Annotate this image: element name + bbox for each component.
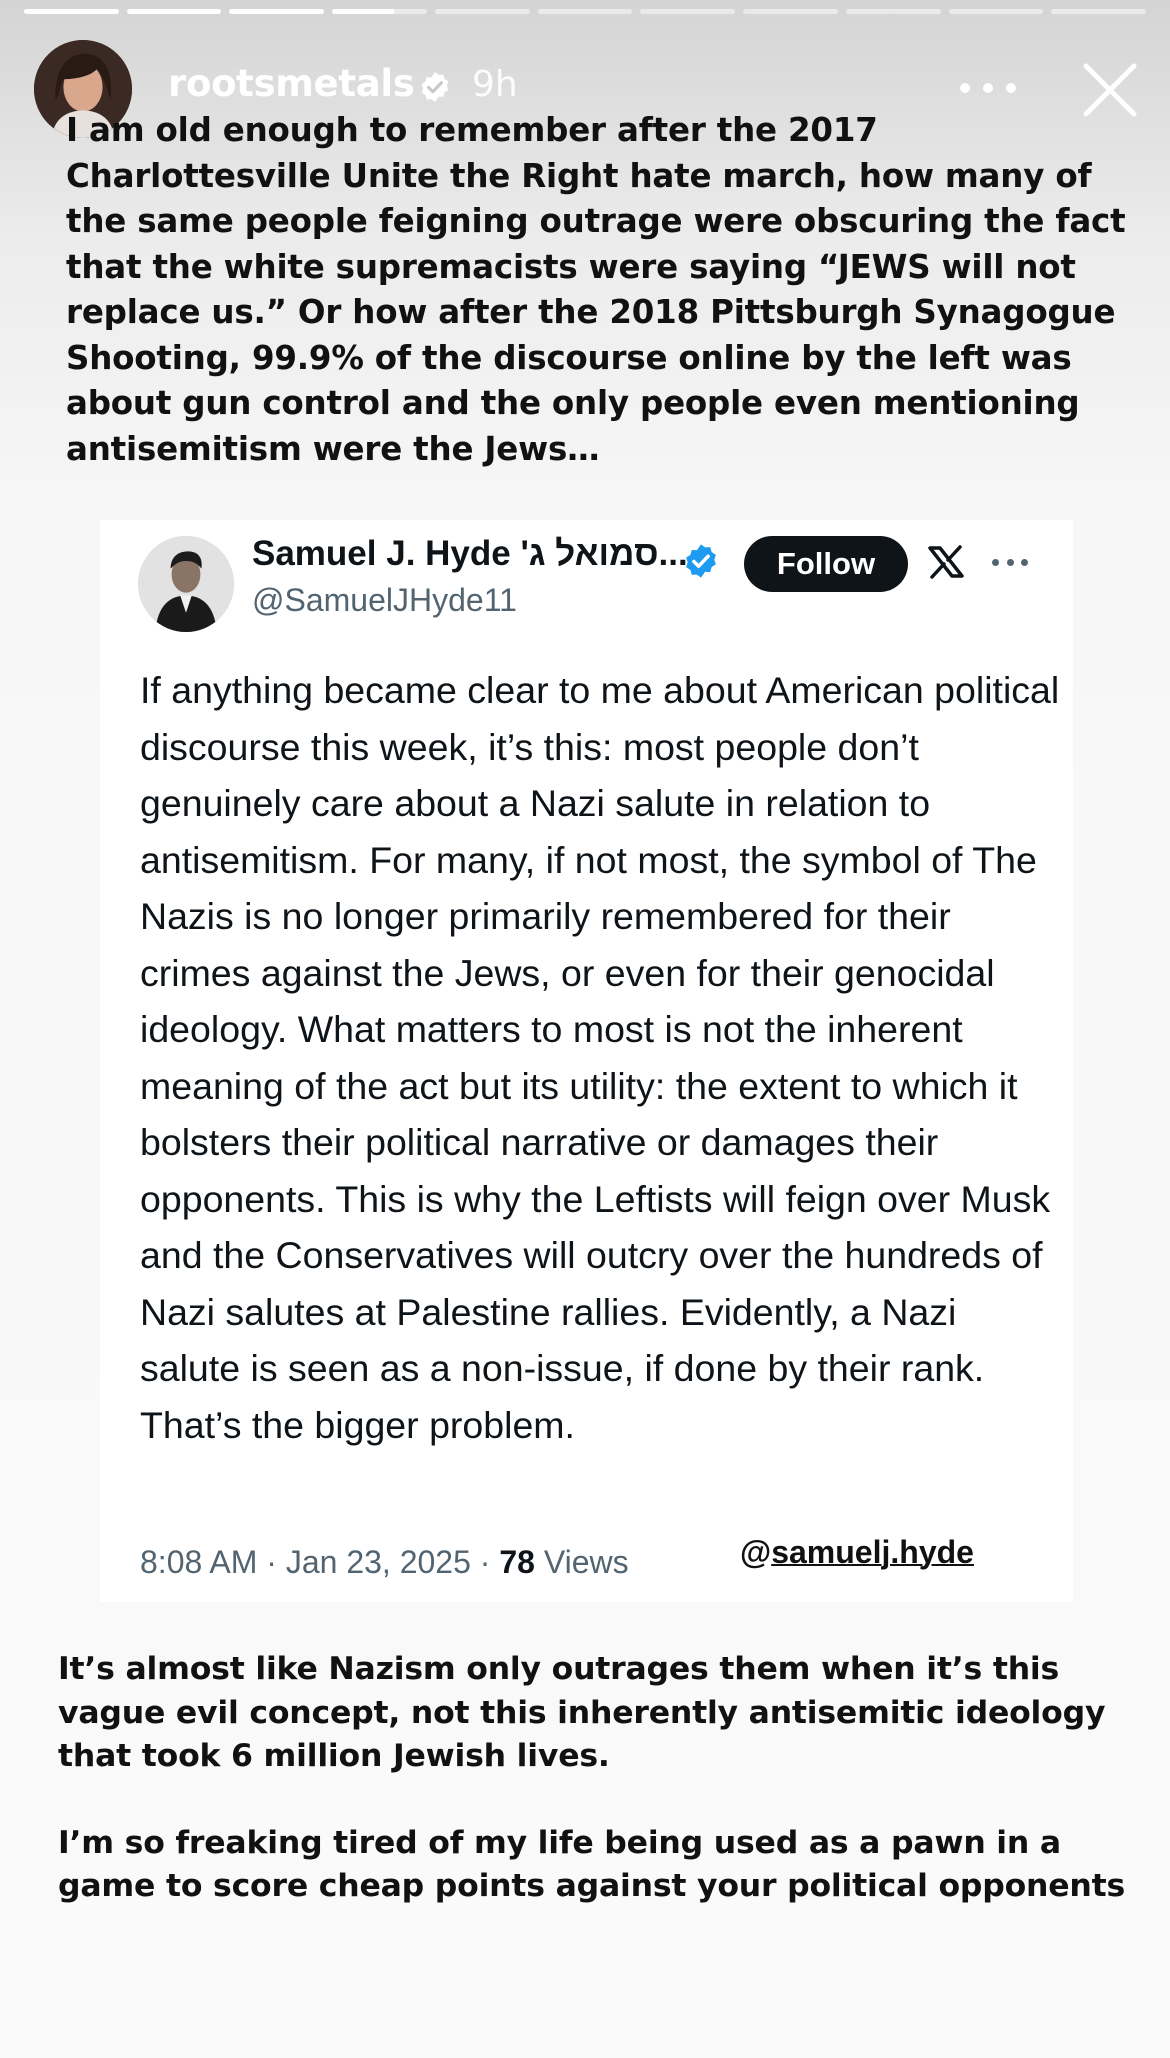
story-progress-segment xyxy=(434,9,530,14)
story-progress-segment xyxy=(845,9,941,14)
story-progress-segment xyxy=(126,9,222,14)
more-options-icon[interactable] xyxy=(992,552,1028,572)
story-progress-fill xyxy=(229,9,325,14)
story-progress-fill xyxy=(24,9,119,14)
mention-tag[interactable]: @samuelj.hyde xyxy=(740,1534,974,1571)
tweet-text: If anything became clear to me about Ame… xyxy=(140,669,1060,1446)
story-progress-segment xyxy=(332,9,427,14)
tweet-views-label: Views xyxy=(534,1544,629,1580)
tweet-author-avatar[interactable] xyxy=(138,536,234,632)
story-progress xyxy=(24,9,1147,14)
caption-paragraph-2: I’m so freaking tired of my life being u… xyxy=(58,1824,1126,1905)
mention-name: samuelj.hyde xyxy=(771,1534,974,1570)
story-time: 9h xyxy=(472,64,518,105)
story-progress-segment xyxy=(1051,9,1147,14)
follow-button[interactable]: Follow xyxy=(744,536,908,592)
mention-at: @ xyxy=(740,1534,772,1570)
story-progress-segment xyxy=(640,9,736,14)
verified-badge-icon xyxy=(421,72,449,102)
story-progress-segment xyxy=(743,9,838,14)
tweet-card: Samuel J. Hyde 'סמואל ג... @SamuelJHyde1… xyxy=(100,520,1073,1602)
tweet-author-handle[interactable]: @SamuelJHyde11 xyxy=(252,582,517,619)
caption-paragraph-1: It’s almost like Nazism only outrages th… xyxy=(58,1651,1106,1774)
story-progress-segment xyxy=(229,9,325,14)
story-caption-top: I am old enough to remember after the 20… xyxy=(66,111,1126,468)
tweet-avatar-image xyxy=(138,536,234,632)
story-progress-segment xyxy=(537,9,633,14)
story-progress-fill xyxy=(126,9,222,14)
tweet-views-count: 78 xyxy=(499,1544,535,1580)
story-progress-segment xyxy=(948,9,1044,14)
story-progress-segment xyxy=(24,9,119,14)
more-options-icon[interactable] xyxy=(960,66,1016,110)
tweet-meta: 8:08 AM · Jan 23, 2025 · 78 Views xyxy=(140,1544,629,1581)
verified-badge-icon xyxy=(686,544,716,578)
story-caption-bottom: It’s almost like Nazism only outrages th… xyxy=(58,1648,1138,1909)
tweet-timestamp[interactable]: 8:08 AM · Jan 23, 2025 · xyxy=(140,1544,499,1580)
story-username[interactable]: rootsmetals xyxy=(168,62,415,105)
story-progress-fill xyxy=(332,9,394,14)
tweet-author-name[interactable]: Samuel J. Hyde 'סמואל ג... xyxy=(252,534,688,574)
x-logo-icon[interactable] xyxy=(926,542,966,582)
